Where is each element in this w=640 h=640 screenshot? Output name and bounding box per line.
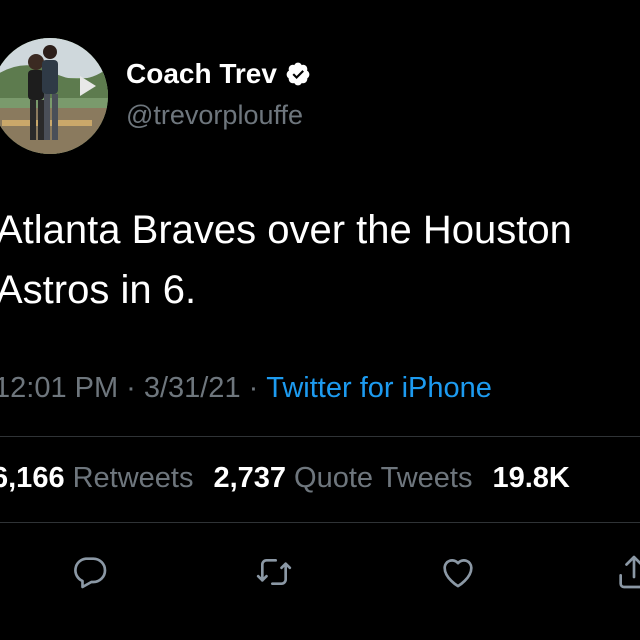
share-button[interactable] bbox=[612, 550, 640, 594]
tweet-text-line: Atlanta Braves over the Houston bbox=[0, 208, 572, 252]
tweet-meta: 12:01 PM · 3/31/21 · Twitter for iPhone bbox=[0, 372, 492, 405]
retweets-count: 6,166 bbox=[0, 462, 65, 494]
quote-tweets-label: Quote Tweets bbox=[294, 462, 473, 494]
retweets-stat[interactable]: 6,166 Retweets bbox=[0, 462, 213, 494]
quote-tweets-count: 2,737 bbox=[213, 462, 287, 494]
divider bbox=[0, 436, 640, 437]
reply-button[interactable] bbox=[68, 550, 112, 594]
tweet-stats: 6,166 Retweets 2,737 Quote Tweets 19.8K bbox=[0, 462, 570, 495]
likes-stat[interactable]: 19.8K bbox=[492, 462, 569, 494]
share-icon bbox=[619, 555, 640, 589]
meta-separator: · bbox=[126, 372, 136, 404]
divider bbox=[0, 522, 640, 523]
author-name-row[interactable]: Coach Trev bbox=[126, 58, 311, 90]
tweet-date[interactable]: 3/31/21 bbox=[144, 372, 241, 404]
avatar[interactable] bbox=[0, 38, 108, 154]
author-handle[interactable]: @trevorplouffe bbox=[126, 100, 303, 131]
quote-tweets-stat[interactable]: 2,737 Quote Tweets bbox=[213, 462, 492, 494]
like-button[interactable] bbox=[436, 550, 480, 594]
retweet-icon bbox=[256, 559, 292, 585]
like-icon bbox=[443, 559, 473, 588]
reply-icon bbox=[74, 557, 107, 589]
verified-badge-icon bbox=[285, 61, 311, 87]
tweet-text-line: Astros in 6. bbox=[0, 268, 197, 312]
retweet-button[interactable] bbox=[252, 550, 296, 594]
meta-separator: · bbox=[248, 372, 259, 404]
tweet-time[interactable]: 12:01 PM bbox=[0, 372, 118, 404]
author-name[interactable]: Coach Trev bbox=[126, 58, 277, 90]
tweet-text: Atlanta Braves over the Houston Astros i… bbox=[0, 200, 640, 320]
likes-count: 19.8K bbox=[492, 462, 570, 494]
tweet-source-link[interactable]: Twitter for iPhone bbox=[266, 372, 492, 404]
retweets-label: Retweets bbox=[72, 462, 194, 494]
